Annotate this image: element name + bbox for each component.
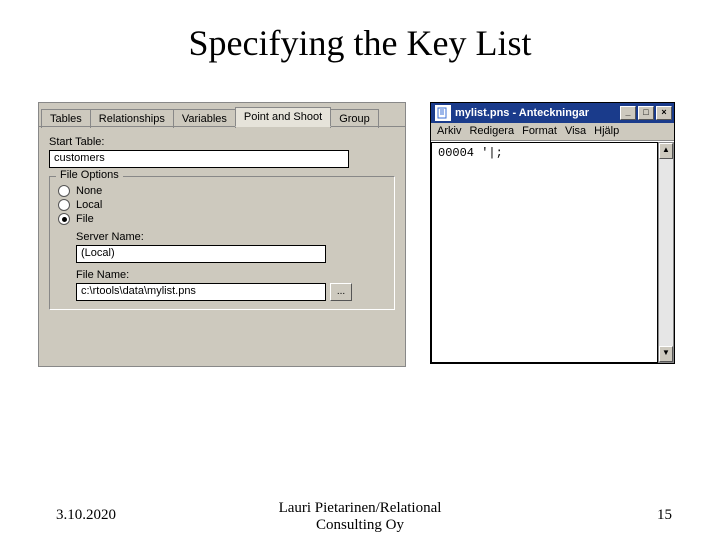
radio-none-row[interactable]: None [58,185,386,197]
titlebar[interactable]: mylist.pns - Anteckningar _ □ × [431,103,674,123]
file-name-input[interactable]: c:\rtools\data\mylist.pns [76,283,326,301]
properties-dialog: Tables Relationships Variables Point and… [38,102,406,367]
menu-arkiv[interactable]: Arkiv [437,125,461,138]
tab-point-and-shoot[interactable]: Point and Shoot [235,107,331,127]
vertical-scrollbar[interactable]: ▲ ▼ [658,142,674,363]
radio-none[interactable] [58,185,70,197]
scroll-track[interactable] [659,159,673,346]
footer-author: Lauri Pietarinen/Relational Consulting O… [0,500,720,534]
footer-page-number: 15 [657,507,672,524]
radio-local-row[interactable]: Local [58,199,386,211]
file-options-group: File Options None Local File Server Name… [49,176,395,310]
start-table-label: Start Table: [39,128,405,150]
minimize-button[interactable]: _ [620,106,636,120]
radio-file-row[interactable]: File [58,213,386,225]
file-options-legend: File Options [56,169,123,181]
window-title: mylist.pns - Anteckningar [455,107,620,119]
menubar: Arkiv Redigera Format Visa Hjälp [431,123,674,141]
radio-local[interactable] [58,199,70,211]
server-name-label: Server Name: [76,231,386,243]
browse-button[interactable]: ... [330,283,352,301]
menu-redigera[interactable]: Redigera [469,125,514,138]
close-button[interactable]: × [656,106,672,120]
file-name-label: File Name: [76,269,386,281]
app-icon [435,105,451,121]
radio-local-label: Local [76,199,102,211]
maximize-button[interactable]: □ [638,106,654,120]
notepad-window: mylist.pns - Anteckningar _ □ × Arkiv Re… [430,102,675,364]
slide-title: Specifying the Key List [0,22,720,64]
radio-file[interactable] [58,213,70,225]
text-area[interactable]: 00004 '|; [431,142,658,363]
start-table-input[interactable]: customers [49,150,349,168]
scroll-down-button[interactable]: ▼ [659,346,673,362]
scroll-up-button[interactable]: ▲ [659,143,673,159]
radio-none-label: None [76,185,102,197]
tab-bar: Tables Relationships Variables Point and… [39,103,405,127]
menu-visa[interactable]: Visa [565,125,586,138]
radio-file-label: File [76,213,94,225]
server-name-input[interactable]: (Local) [76,245,326,263]
menu-hjalp[interactable]: Hjälp [594,125,619,138]
menu-format[interactable]: Format [522,125,557,138]
